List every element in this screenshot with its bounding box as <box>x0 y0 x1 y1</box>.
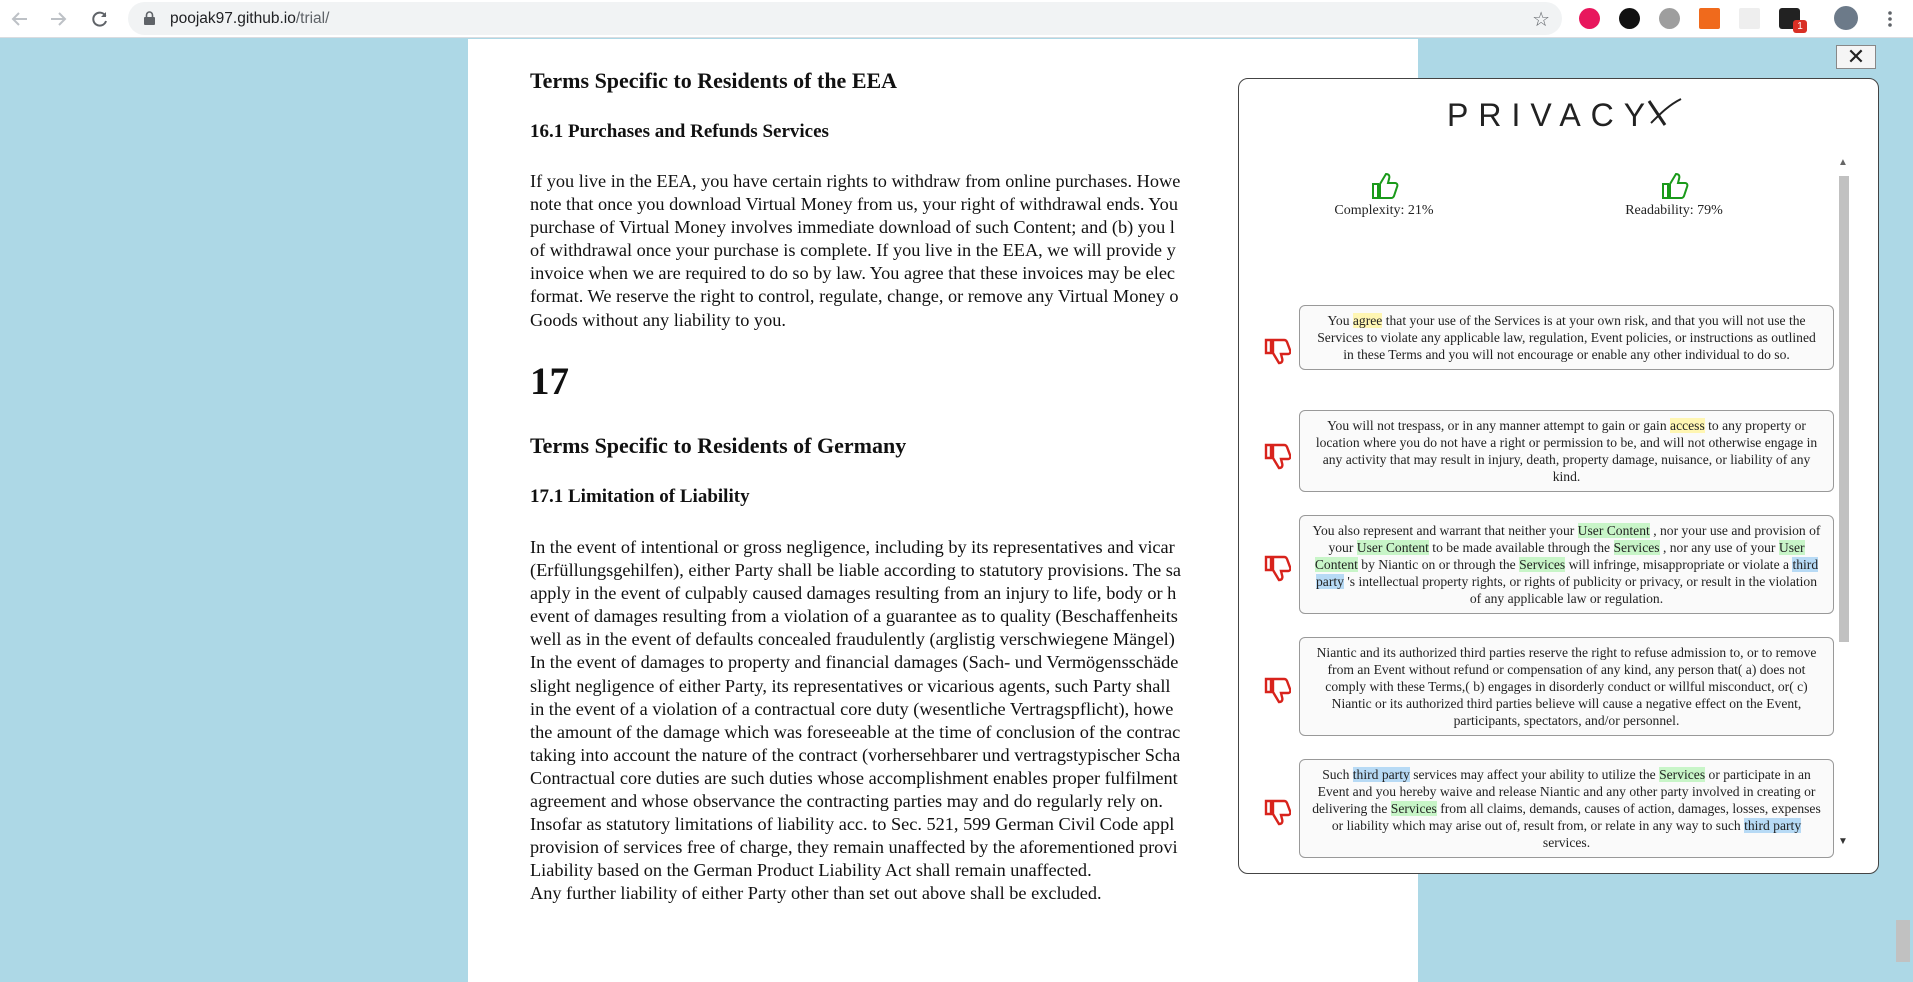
complexity-metric: Complexity: 21% <box>1319 171 1449 219</box>
highlighted-term: Services <box>1613 540 1660 555</box>
clause-text: , nor any use of your <box>1659 540 1779 555</box>
lock-icon <box>144 11 155 25</box>
highlighted-term: third party <box>1352 767 1410 782</box>
readability-label: Readability: 79% <box>1625 203 1723 218</box>
clause-text: Niantic and its authorized third parties… <box>1316 645 1817 728</box>
clause-text: You also represent and warrant that neit… <box>1312 523 1578 538</box>
clause-text: by Niantic on or through the <box>1357 557 1520 572</box>
section-17-number: 17 <box>530 360 569 403</box>
clause-text: services may affect your ability to util… <box>1409 767 1660 782</box>
notification-badge: 1 <box>1793 20 1807 33</box>
section-16-heading: Terms Specific to Residents of the EEA <box>530 68 898 93</box>
section-17-heading: Terms Specific to Residents of Germany <box>530 433 907 458</box>
thumbs-up-icon <box>1372 172 1399 199</box>
section-16-1-heading: 16.1 Purchases and Refunds Services <box>530 121 829 142</box>
privacy-logo: PRIVACY <box>1447 97 1656 133</box>
clause-item: You will not trespass, or in any manner … <box>1299 410 1834 492</box>
reload-icon[interactable] <box>88 7 112 31</box>
section-17-1-heading: 17.1 Limitation of Liability <box>530 486 750 507</box>
readability-metric: Readability: 79% <box>1609 171 1739 219</box>
clause-text: You will not trespass, or in any manner … <box>1327 418 1671 433</box>
thumbs-down-icon <box>1264 443 1291 470</box>
clause-text: 's intellectual property rights, or righ… <box>1343 574 1818 606</box>
forward-icon[interactable] <box>46 7 70 31</box>
thumbs-up-icon <box>1662 172 1689 199</box>
highlighted-term: User Content <box>1577 523 1650 538</box>
clause-item: Such third party services may affect you… <box>1299 759 1834 858</box>
clause-text: to be made available through the <box>1428 540 1614 555</box>
blank-extension-icon[interactable] <box>1739 8 1760 29</box>
page-scrollbar-thumb[interactable] <box>1896 920 1910 962</box>
circle-extension-icon[interactable] <box>1659 8 1680 29</box>
url-text: poojak97.github.io/trial/ <box>170 10 330 27</box>
highlighted-term: Services <box>1659 767 1706 782</box>
avatar[interactable] <box>1834 6 1858 30</box>
code-extension-icon[interactable] <box>1619 8 1640 29</box>
clause-text: will infringe, misappropriate or violate… <box>1565 557 1793 572</box>
clause-text: services. <box>1542 835 1591 850</box>
panel-scroll-down-icon[interactable]: ▼ <box>1838 836 1848 847</box>
panel-scrollbar-thumb[interactable] <box>1839 176 1849 642</box>
clause-item: You agree that your use of the Services … <box>1299 305 1834 370</box>
m-extension-icon[interactable] <box>1579 8 1600 29</box>
clause-item: You also represent and warrant that neit… <box>1299 515 1834 614</box>
highlighted-term: Services <box>1390 801 1437 816</box>
clause-text: that your use of the Services is at your… <box>1317 313 1816 362</box>
browser-toolbar: poojak97.github.io/trial/ ☆ 1 <box>0 0 1913 38</box>
privacy-panel: PRIVACY Complexity: 21% Readability: 79%… <box>1238 78 1879 874</box>
highlighted-term: agree <box>1352 313 1383 328</box>
highlighted-term: access <box>1670 418 1705 433</box>
page-scrollbar[interactable] <box>1893 39 1913 982</box>
sc-extension-icon[interactable] <box>1699 8 1720 29</box>
address-bar[interactable]: poojak97.github.io/trial/ ☆ <box>128 2 1562 35</box>
thumbs-down-icon <box>1264 555 1291 582</box>
logo-x-icon <box>1647 98 1682 126</box>
back-icon[interactable] <box>8 7 32 31</box>
close-panel-button[interactable]: ✕ <box>1836 45 1876 69</box>
thumbs-down-icon <box>1264 338 1291 365</box>
highlighted-term: Services <box>1519 557 1566 572</box>
complexity-label: Complexity: 21% <box>1334 203 1434 218</box>
thumbs-down-icon <box>1264 677 1291 704</box>
highlighted-term: third party <box>1744 818 1802 833</box>
clause-text: Such <box>1322 767 1353 782</box>
clause-text: You <box>1327 313 1353 328</box>
clause-item: Niantic and its authorized third parties… <box>1299 637 1834 736</box>
menu-icon[interactable] <box>1878 7 1902 31</box>
thumbs-down-icon <box>1264 799 1291 826</box>
bookmark-star-icon[interactable]: ☆ <box>1532 7 1550 32</box>
panel-scroll-up-icon[interactable]: ▲ <box>1838 157 1848 168</box>
clause-list: You agree that your use of the Services … <box>1239 229 1839 861</box>
highlighted-term: User Content <box>1356 540 1429 555</box>
